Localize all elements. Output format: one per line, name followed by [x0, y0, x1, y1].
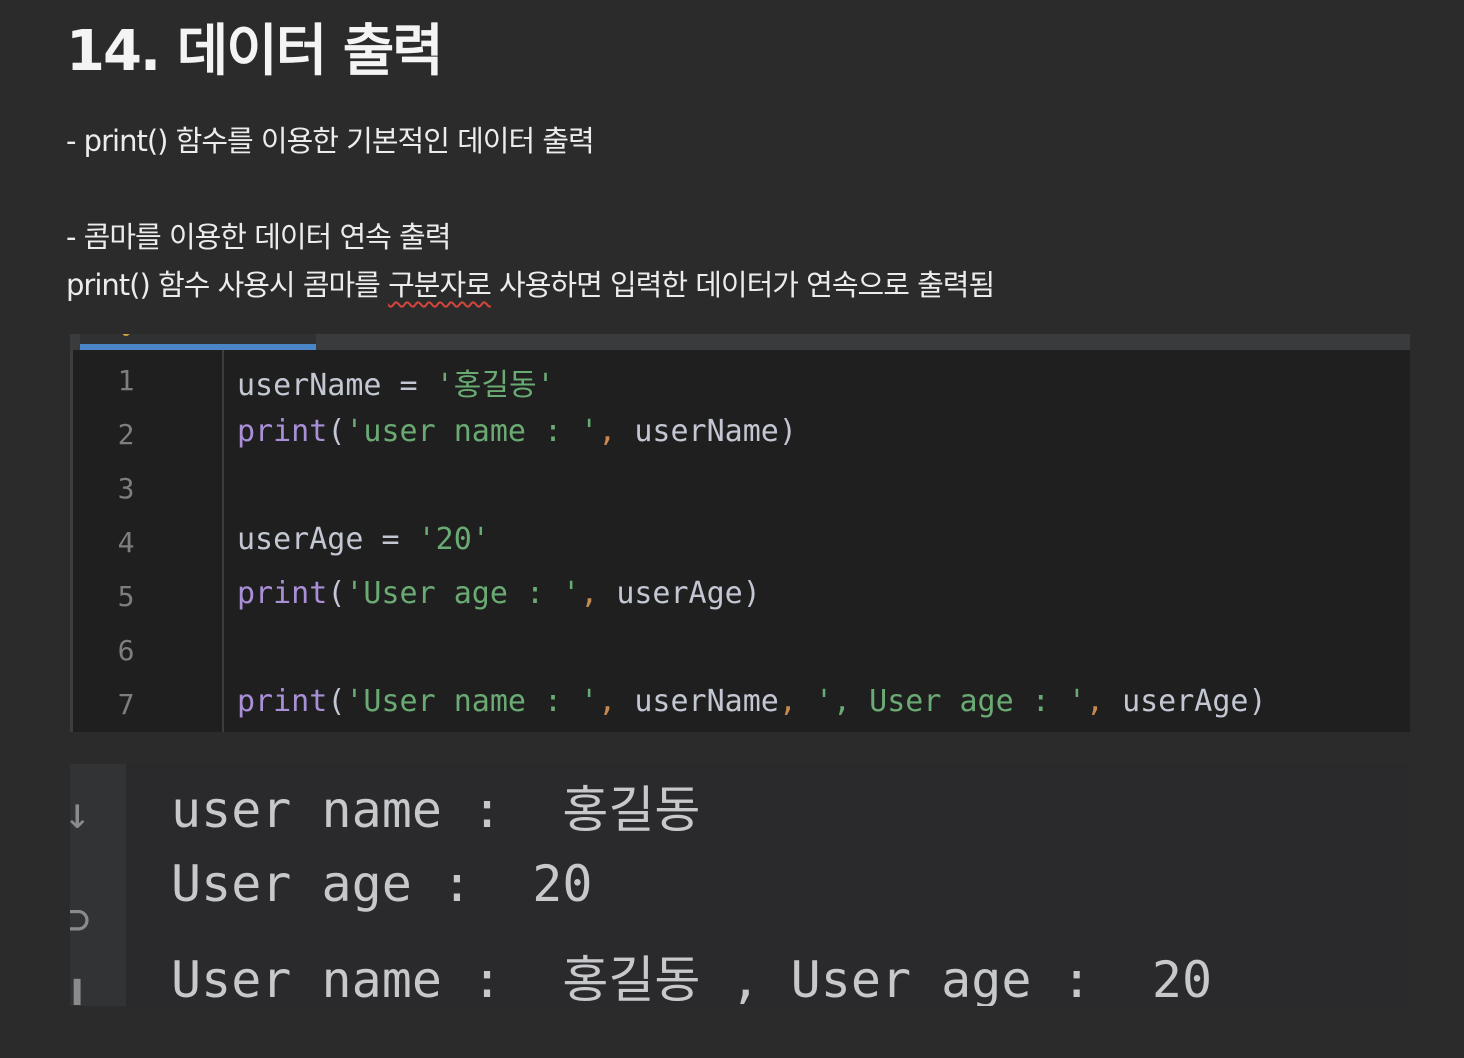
console-line: User name : 홍길동 , User age : 20	[171, 951, 1213, 1006]
print-icon[interactable]: ╹	[70, 984, 91, 1007]
line-number: 5	[117, 580, 135, 613]
code-keyword: print	[237, 414, 328, 449]
code-string: 'user name : '	[345, 414, 599, 449]
code-string: 'User name : '	[345, 684, 599, 719]
code-comma: ,	[1085, 684, 1123, 719]
code-identifier: userName	[237, 368, 382, 403]
code-identifier: userAge	[237, 522, 364, 557]
console-line: user name : 홍길동	[171, 781, 701, 839]
line-number: 6	[117, 634, 135, 667]
description-text-2: 사용하면 입력한 데이터가 연속으로 출력됨	[490, 268, 995, 302]
code-paren: (	[327, 684, 346, 719]
bullet-basic-output: - print() 함수를 이용한 기본적인 데이터 출력	[66, 124, 595, 158]
code-paren: )	[742, 576, 761, 611]
console-output-screenshot: ↓ ⊃ ╹ user name : 홍길동 User age : 20 User…	[70, 764, 1410, 1006]
code-line-5: print('User age : ', userAge)	[237, 576, 761, 611]
code-string: '홍길동'	[435, 368, 555, 403]
code-operator: =	[363, 522, 418, 557]
code-operator: =	[381, 368, 436, 403]
code-identifier: userName	[634, 684, 779, 719]
line-number: 2	[117, 418, 135, 451]
code-editor-screenshot: 1 2 3 4 5 6 7 userName = '홍길동' print('us…	[70, 334, 1410, 732]
line-number: 7	[117, 688, 135, 721]
code-identifier: userName	[634, 414, 779, 449]
wrap-icon[interactable]: ⊃	[70, 898, 91, 942]
line-number: 1	[117, 364, 135, 397]
description-text-1: print() 함수 사용시 콤마를	[66, 268, 389, 302]
page-title: 14. 데이터 출력	[66, 19, 444, 84]
line-number: 4	[117, 526, 135, 559]
code-paren: (	[327, 576, 346, 611]
code-comma: ,	[778, 684, 815, 719]
line-number-gutter: 1 2 3 4 5 6 7	[78, 350, 224, 732]
code-keyword: print	[237, 684, 328, 719]
code-identifier: userAge	[1122, 684, 1249, 719]
console-line: User age : 20	[171, 855, 593, 913]
code-string: '20'	[417, 522, 490, 557]
code-comma: ,	[580, 576, 617, 611]
code-string: ', User age : '	[815, 684, 1086, 719]
code-string: 'User age : '	[345, 576, 581, 611]
code-line-4: userAge = '20'	[237, 522, 490, 557]
code-paren: (	[327, 414, 346, 449]
line-number: 3	[117, 472, 135, 505]
code-identifier: userAge	[616, 576, 743, 611]
code-paren: )	[1248, 684, 1267, 719]
editor-left-edge	[70, 350, 73, 732]
code-line-1: userName = '홍길동'	[237, 360, 555, 404]
code-comma: ,	[598, 414, 635, 449]
code-comma: ,	[598, 684, 635, 719]
spellcheck-flagged-word: 구분자로	[388, 268, 492, 302]
code-line-2: print('user name : ', userName)	[237, 414, 797, 449]
console-toolbar: ↓ ⊃ ╹	[70, 764, 126, 1006]
code-line-7: print('User name : ', userName, ', User …	[237, 684, 1267, 719]
code-keyword: print	[237, 576, 328, 611]
description-comma-output: print() 함수 사용시 콤마를 구분자로 사용하면 입력한 데이터가 연속…	[66, 262, 995, 304]
bullet-comma-output: - 콤마를 이용한 데이터 연속 출력	[66, 220, 451, 254]
code-paren: )	[778, 414, 797, 449]
down-arrow-icon[interactable]: ↓	[70, 792, 91, 836]
